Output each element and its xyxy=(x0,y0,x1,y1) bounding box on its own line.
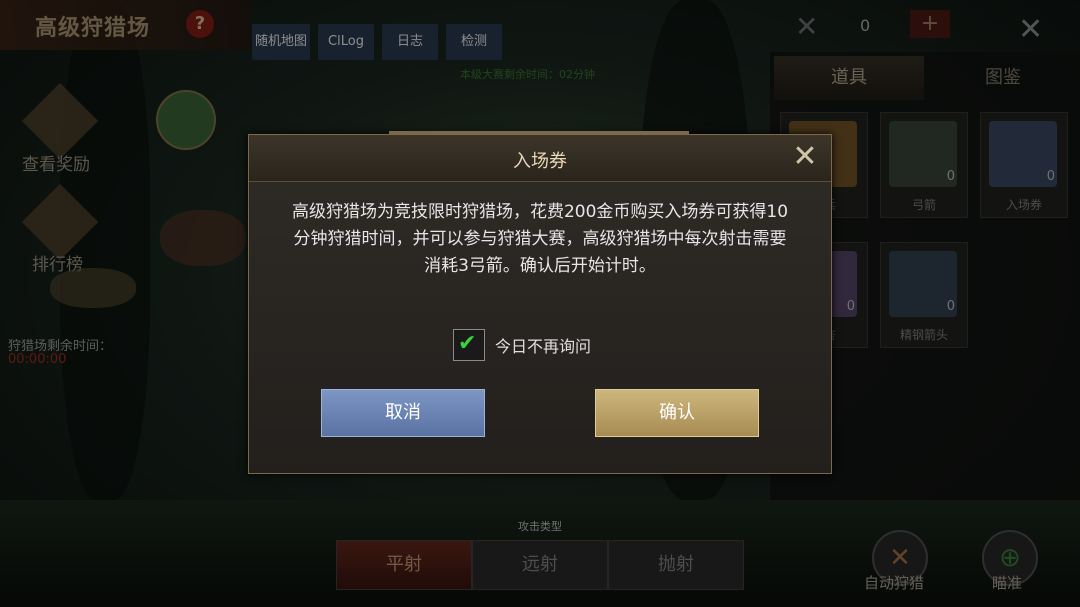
dialog-title: 入场券 xyxy=(513,151,567,172)
close-icon[interactable]: ✕ xyxy=(789,141,821,173)
dialog-message: 高级狩猎场为竞技限时狩猎场，花费200金币购买入场券可获得10分钟狩猎时间，并可… xyxy=(291,202,789,276)
checkmark-icon: ✔ xyxy=(458,331,477,356)
cancel-button[interactable]: 取消 xyxy=(321,389,485,437)
dont-ask-today-checkbox[interactable]: ✔ xyxy=(453,329,485,361)
dont-ask-today-label[interactable]: 今日不再询问 xyxy=(495,333,591,357)
ticket-dialog: 入场券 ✕ 高级狩猎场为竞技限时狩猎场，花费200金币购买入场券可获得10分钟狩… xyxy=(248,131,832,474)
dialog-header: 入场券 ✕ xyxy=(249,135,831,182)
confirm-button[interactable]: 确认 xyxy=(595,389,759,437)
